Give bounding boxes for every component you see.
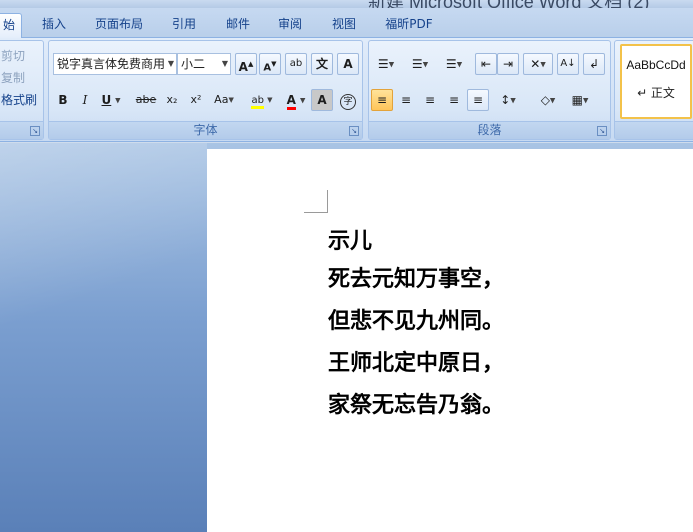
paint-bucket-icon: ◇ [540, 93, 550, 107]
font-size-value: 小二 [181, 57, 206, 71]
copy-button[interactable]: 复制 [1, 69, 25, 86]
underline-button[interactable]: U ▼ [97, 89, 125, 111]
window-title: 新建 Microsoft Office Word 文档 (2) [368, 0, 649, 8]
clipboard-group: 剪切 复制 格式刷 ↘ [0, 40, 44, 140]
poem-line: 家祭无忘告乃翁。 [328, 393, 505, 418]
title-bar: 新建 Microsoft Office Word 文档 (2) [0, 0, 693, 8]
bullets-button[interactable]: ☰▼ [371, 53, 401, 75]
ribbon-tabs: 始 插入 页面布局 引用 邮件 审阅 视图 福昕PDF [0, 8, 693, 38]
show-marks-button[interactable]: ↲ [583, 53, 605, 75]
distributed-button[interactable]: ≡ [467, 89, 489, 111]
tab-page-layout[interactable]: 页面布局 [86, 13, 152, 38]
change-case-icon: Aa [214, 93, 229, 106]
shrink-font-button[interactable]: A▼ [259, 53, 281, 75]
italic-button[interactable]: I [75, 89, 95, 111]
paragraph-launcher-icon[interactable]: ↘ [597, 126, 607, 136]
shrink-font-icon: A [263, 62, 272, 74]
styles-group-label [615, 121, 693, 139]
enclose-characters-icon: 字 [340, 94, 356, 110]
eraser-icon: ab [289, 58, 303, 69]
clipboard-launcher-icon[interactable]: ↘ [30, 126, 40, 136]
poem-line: 死去元知万事空， [328, 267, 505, 292]
bullets-icon: ☰ [377, 57, 389, 71]
clear-format-button[interactable]: ab [285, 53, 307, 75]
character-border-icon: A [343, 57, 353, 71]
shading-button[interactable]: ◇▼ [533, 89, 563, 111]
tab-mailings[interactable]: 邮件 [214, 13, 262, 38]
numbering-icon: ☰ [411, 57, 423, 71]
cut-button[interactable]: 剪切 [1, 47, 25, 64]
paragraph-group-label: 段落 [369, 121, 610, 139]
page-corner-mark [327, 190, 328, 213]
format-painter-button[interactable]: 格式刷 [1, 91, 37, 108]
tab-foxit-pdf[interactable]: 福昕PDF [376, 13, 442, 38]
subscript-button[interactable]: x₂ [161, 89, 183, 111]
font-name-value: 锐字真言体免费商用 [57, 57, 166, 71]
style-name-label: ↵ 正文 [637, 86, 675, 100]
page-corner-mark [304, 212, 327, 213]
phonetic-guide-icon: 文 [315, 57, 328, 71]
font-color-icon: A [286, 93, 296, 110]
enclose-characters-button[interactable]: 字 [337, 89, 359, 111]
tab-insert[interactable]: 插入 [30, 13, 78, 38]
align-right-button[interactable]: ≡ [419, 89, 441, 111]
justify-button[interactable]: ≡ [443, 89, 465, 111]
align-left-button[interactable]: ≡ [371, 89, 393, 111]
strikethrough-button[interactable]: abe [133, 89, 159, 111]
chevron-down-icon: ▼ [221, 59, 228, 68]
tab-view[interactable]: 视图 [320, 13, 368, 38]
numbering-button[interactable]: ☰▼ [405, 53, 435, 75]
bold-button[interactable]: B [53, 89, 73, 111]
chinese-layout-button[interactable]: ✕▼ [523, 53, 553, 75]
character-border-button[interactable]: A [337, 53, 359, 75]
sort-button[interactable]: A↓ [557, 53, 579, 75]
tab-review[interactable]: 审阅 [266, 13, 314, 38]
line-spacing-icon: ↕ [500, 93, 511, 107]
font-color-button[interactable]: A ▼ [281, 89, 311, 111]
font-group-label: 字体 [49, 121, 362, 139]
poem-title: 示儿 [328, 229, 373, 254]
underline-icon: U [101, 93, 112, 107]
grow-font-icon: A [238, 60, 248, 74]
tab-references[interactable]: 引用 [160, 13, 208, 38]
font-size-combo[interactable]: 小二 ▼ [177, 53, 231, 75]
tab-home[interactable]: 始 [0, 13, 22, 38]
style-sample-text: AaBbCcDd [626, 58, 686, 72]
font-name-combo[interactable]: 锐字真言体免费商用 ▼ [53, 53, 177, 75]
borders-icon: ▦ [571, 93, 583, 107]
increase-indent-button[interactable]: ⇥ [497, 53, 519, 75]
font-group: 锐字真言体免费商用 ▼ 小二 ▼ A▲ A▼ ab 文 A B I U ▼ ab… [48, 40, 363, 140]
align-center-button[interactable]: ≡ [395, 89, 417, 111]
decrease-indent-button[interactable]: ⇤ [475, 53, 497, 75]
poem-line: 王师北定中原日， [328, 351, 505, 376]
style-normal-tile[interactable]: AaBbCcDd ↵ 正文 [620, 44, 692, 119]
poem-line: 但悲不见九州同。 [328, 309, 505, 334]
character-shading-button[interactable]: A [311, 89, 333, 111]
chinese-layout-icon: ✕ [530, 57, 541, 71]
font-launcher-icon[interactable]: ↘ [349, 126, 359, 136]
highlighter-icon: ab [251, 95, 264, 109]
highlight-color-button[interactable]: ab ▼ [245, 89, 279, 111]
change-case-button[interactable]: Aa▼ [209, 89, 239, 111]
borders-button[interactable]: ▦▼ [565, 89, 595, 111]
multilevel-list-icon: ☰ [445, 57, 457, 71]
superscript-button[interactable]: x² [185, 89, 207, 111]
chevron-down-icon: ▼ [167, 59, 174, 68]
baidu-watermark-url: jingyan.baidu.com [560, 500, 649, 512]
grow-font-button[interactable]: A▲ [235, 53, 257, 75]
paragraph-group: ☰▼ ☰▼ ☰▼ ⇤ ⇥ ✕▼ A↓ ↲ ≡ ≡ ≡ ≡ ≡ ↕▼ ◇▼ ▦▼ … [368, 40, 611, 140]
phonetic-guide-button[interactable]: 文 [311, 53, 333, 75]
multilevel-list-button[interactable]: ☰▼ [439, 53, 469, 75]
ribbon: 剪切 复制 格式刷 ↘ 锐字真言体免费商用 ▼ 小二 ▼ A▲ A▼ ab 文 … [0, 38, 693, 142]
line-spacing-button[interactable]: ↕▼ [493, 89, 523, 111]
